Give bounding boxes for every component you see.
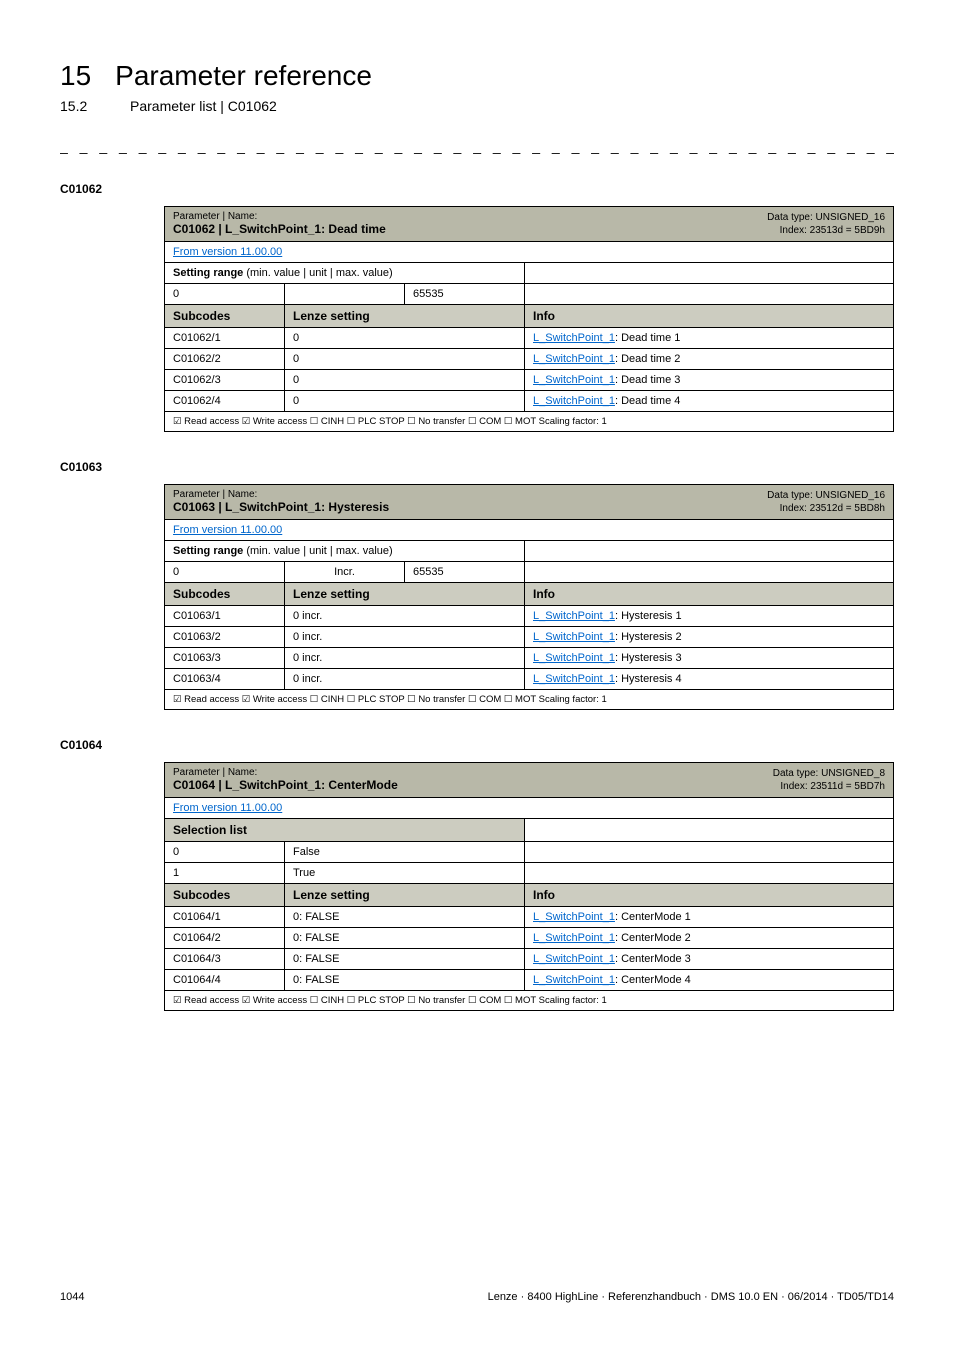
col-lenze-setting: Lenze setting — [285, 884, 525, 907]
col-info: Info — [525, 884, 894, 907]
param-table-c01062: Parameter | Name: C01062 | L_SwitchPoint… — [164, 206, 894, 432]
param-table-c01064: Parameter | Name: C01064 | L_SwitchPoint… — [164, 762, 894, 1011]
info-link[interactable]: L_SwitchPoint_1 — [533, 652, 615, 664]
table-row: C01062/20L_SwitchPoint_1: Dead time 2 — [165, 349, 894, 370]
col-lenze-setting: Lenze setting — [285, 583, 525, 606]
info-link[interactable]: L_SwitchPoint_1 — [533, 974, 615, 986]
table-row: C01064/10: FALSEL_SwitchPoint_1: CenterM… — [165, 907, 894, 928]
info-link[interactable]: L_SwitchPoint_1 — [533, 631, 615, 643]
page-number: 1044 — [60, 1291, 84, 1303]
version-link[interactable]: From version 11.00.00 — [173, 802, 282, 814]
table-row: C01064/30: FALSEL_SwitchPoint_1: CenterM… — [165, 949, 894, 970]
table-row: C01062/40L_SwitchPoint_1: Dead time 4 — [165, 391, 894, 412]
info-link[interactable]: L_SwitchPoint_1 — [533, 911, 615, 923]
section-title: Parameter list | C01062 — [130, 98, 277, 114]
selection-list-label: Selection list — [165, 819, 525, 842]
table-row: 1True — [165, 863, 894, 884]
table-row: C01063/20 incr.L_SwitchPoint_1: Hysteres… — [165, 627, 894, 648]
table-row: C01063/10 incr.L_SwitchPoint_1: Hysteres… — [165, 606, 894, 627]
info-link[interactable]: L_SwitchPoint_1 — [533, 374, 615, 386]
footer-reference: Lenze · 8400 HighLine · Referenzhandbuch… — [488, 1291, 894, 1303]
setting-max: 65535 — [405, 562, 525, 583]
setting-unit: Incr. — [285, 562, 405, 583]
param-header-name: C01063 | L_SwitchPoint_1: Hysteresis — [173, 500, 389, 514]
info-link[interactable]: L_SwitchPoint_1 — [533, 395, 615, 407]
info-link[interactable]: L_SwitchPoint_1 — [533, 932, 615, 944]
access-footer: ☑ Read access ☑ Write access ☐ CINH ☐ PL… — [165, 690, 894, 710]
version-link[interactable]: From version 11.00.00 — [173, 524, 282, 536]
table-row: 0False — [165, 842, 894, 863]
table-row: C01062/10L_SwitchPoint_1: Dead time 1 — [165, 328, 894, 349]
info-link[interactable]: L_SwitchPoint_1 — [533, 353, 615, 365]
param-index: Index: 23512d = 5BD8h — [767, 502, 885, 515]
info-link[interactable]: L_SwitchPoint_1 — [533, 953, 615, 965]
param-table-c01063: Parameter | Name: C01063 | L_SwitchPoint… — [164, 484, 894, 710]
param-datatype: Data type: UNSIGNED_8 — [773, 767, 885, 780]
table-row: C01063/40 incr.L_SwitchPoint_1: Hysteres… — [165, 669, 894, 690]
version-link[interactable]: From version 11.00.00 — [173, 246, 282, 258]
setting-range-label: Setting range — [173, 545, 243, 557]
param-datatype: Data type: UNSIGNED_16 — [767, 489, 885, 502]
access-footer: ☑ Read access ☑ Write access ☐ CINH ☐ PL… — [165, 412, 894, 432]
param-header-name: C01064 | L_SwitchPoint_1: CenterMode — [173, 778, 398, 792]
param-index: Index: 23511d = 5BD7h — [773, 780, 885, 793]
param-datatype: Data type: UNSIGNED_16 — [767, 211, 885, 224]
info-link[interactable]: L_SwitchPoint_1 — [533, 673, 615, 685]
col-subcodes: Subcodes — [165, 305, 285, 328]
info-link[interactable]: L_SwitchPoint_1 — [533, 332, 615, 344]
param-header-name: C01062 | L_SwitchPoint_1: Dead time — [173, 222, 386, 236]
table-row: C01062/30L_SwitchPoint_1: Dead time 3 — [165, 370, 894, 391]
param-index: Index: 23513d = 5BD9h — [767, 224, 885, 237]
col-subcodes: Subcodes — [165, 884, 285, 907]
param-section-label: C01063 — [60, 460, 894, 474]
param-section-label: C01064 — [60, 738, 894, 752]
chapter-title: Parameter reference — [115, 60, 372, 92]
table-row: C01064/40: FALSEL_SwitchPoint_1: CenterM… — [165, 970, 894, 991]
col-subcodes: Subcodes — [165, 583, 285, 606]
table-row: C01064/20: FALSEL_SwitchPoint_1: CenterM… — [165, 928, 894, 949]
info-link[interactable]: L_SwitchPoint_1 — [533, 610, 615, 622]
access-footer: ☑ Read access ☑ Write access ☐ CINH ☐ PL… — [165, 991, 894, 1011]
chapter-number: 15 — [60, 60, 91, 92]
param-section-label: C01062 — [60, 182, 894, 196]
param-header-label: Parameter | Name: — [173, 211, 386, 222]
setting-min: 0 — [165, 562, 285, 583]
table-row: C01063/30 incr.L_SwitchPoint_1: Hysteres… — [165, 648, 894, 669]
param-header-label: Parameter | Name: — [173, 489, 389, 500]
setting-range-label: Setting range — [173, 267, 243, 279]
setting-range-sub: (min. value | unit | max. value) — [246, 545, 392, 557]
setting-range-sub: (min. value | unit | max. value) — [246, 267, 392, 279]
setting-min: 0 — [165, 284, 285, 305]
col-lenze-setting: Lenze setting — [285, 305, 525, 328]
divider-dashes: _ _ _ _ _ _ _ _ _ _ _ _ _ _ _ _ _ _ _ _ … — [60, 138, 894, 154]
section-number: 15.2 — [60, 98, 106, 114]
setting-max: 65535 — [405, 284, 525, 305]
col-info: Info — [525, 583, 894, 606]
param-header-label: Parameter | Name: — [173, 767, 398, 778]
col-info: Info — [525, 305, 894, 328]
